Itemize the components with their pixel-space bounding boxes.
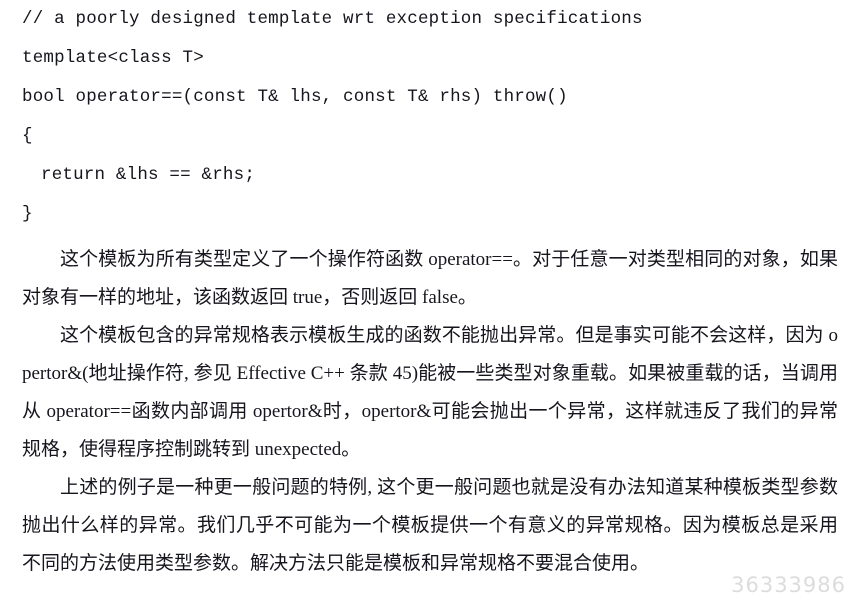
code-line-function-signature: bool operator==(const T& lhs, const T& r…: [22, 87, 568, 107]
document-page: // a poorly designed template wrt except…: [0, 0, 860, 605]
code-line-open-brace: {: [22, 126, 33, 146]
paragraph-1: 这个模板为所有类型定义了一个操作符函数 operator==。对于任意一对类型相…: [22, 249, 838, 308]
code-line-comment: // a poorly designed template wrt except…: [22, 9, 643, 29]
code-line-return-statement: return &lhs == &rhs;: [41, 165, 256, 185]
code-block: // a poorly designed template wrt except…: [22, 0, 838, 234]
paragraph-2: 这个模板包含的异常规格表示模板生成的函数不能抛出异常。但是事实可能不会这样，因为…: [22, 325, 838, 460]
code-line-close-brace: }: [22, 204, 33, 224]
paragraph-3: 上述的例子是一种更一般问题的特例, 这个更一般问题也就是没有办法知道某种模板类型…: [22, 477, 838, 574]
code-line-template-decl: template<class T>: [22, 48, 204, 68]
